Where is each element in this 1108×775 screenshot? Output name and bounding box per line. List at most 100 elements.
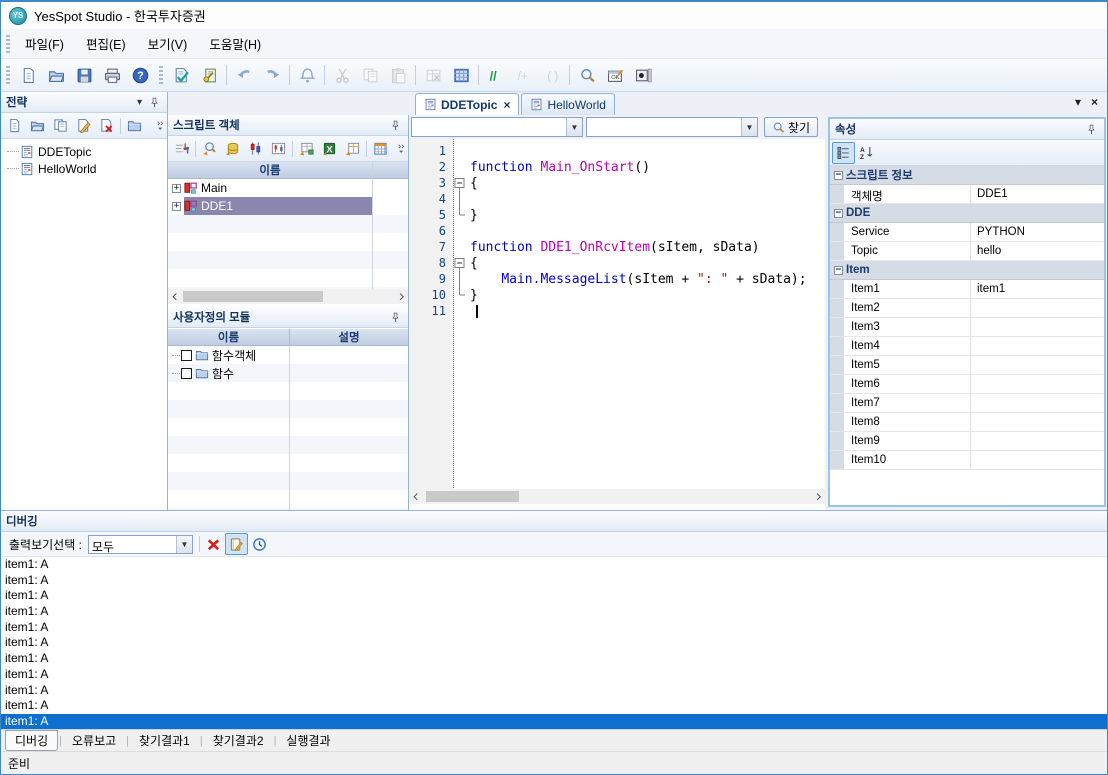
bottom-tab-찾기결과1[interactable]: 찾기결과1 (130, 731, 199, 750)
module-checkbox[interactable] (181, 368, 192, 379)
bottom-tab-찾기결과2[interactable]: 찾기결과2 (204, 731, 273, 750)
property-value[interactable] (970, 356, 1104, 374)
toolbar-grip-handle[interactable] (159, 66, 163, 84)
bell-button[interactable] (293, 62, 321, 89)
property-value[interactable] (970, 451, 1104, 469)
fold-marker-icon[interactable] (453, 207, 466, 223)
sort-arrows-button[interactable] (170, 138, 193, 160)
fold-marker-icon[interactable] (453, 175, 466, 191)
menu-grip-handle[interactable] (6, 35, 10, 53)
pin-icon[interactable] (1084, 122, 1099, 137)
debug-output-list[interactable]: item1: Aitem1: Aitem1: Aitem1: Aitem1: A… (1, 557, 1107, 729)
debug-output-row[interactable]: item1: A (1, 698, 1107, 714)
excel-button[interactable]: X (318, 138, 341, 160)
delete-red-x-button[interactable] (202, 533, 225, 555)
column-description[interactable]: 설명 (289, 329, 408, 345)
close-icon[interactable]: × (503, 98, 510, 112)
save-button[interactable] (70, 62, 98, 89)
close-icon[interactable]: × (1091, 95, 1098, 109)
find-button[interactable]: 찾기 (764, 117, 818, 137)
property-row-Item4[interactable]: Item4 (830, 337, 1104, 356)
property-row-Item8[interactable]: Item8 (830, 413, 1104, 432)
debug-output-row[interactable]: item1: A (1, 635, 1107, 651)
search-go-button[interactable] (198, 138, 221, 160)
control-button[interactable] (629, 62, 657, 89)
expand-icon[interactable]: + (172, 184, 181, 193)
collapse-icon[interactable]: − (834, 266, 843, 275)
property-value[interactable] (970, 432, 1104, 450)
collapse-icon[interactable]: − (834, 171, 843, 180)
redo-button[interactable] (258, 62, 286, 89)
output-filter-value[interactable]: 모두 (89, 536, 176, 553)
property-value[interactable] (970, 394, 1104, 412)
expand-icon[interactable]: + (172, 202, 181, 211)
new-doc-button[interactable] (3, 115, 26, 137)
comment-button[interactable]: // (482, 62, 510, 89)
tab-DDETopic[interactable]: DDETopic× (415, 93, 519, 115)
new-doc-button[interactable] (14, 62, 42, 89)
table-go-button[interactable] (341, 138, 364, 160)
property-value[interactable] (970, 375, 1104, 393)
candlestick-box-button[interactable] (267, 138, 290, 160)
property-row-Item2[interactable]: Item2 (830, 299, 1104, 318)
property-row-Item7[interactable]: Item7 (830, 394, 1104, 413)
key-list-button[interactable] (195, 62, 223, 89)
property-row-Topic[interactable]: Topichello (830, 242, 1104, 261)
debug-output-row[interactable]: item1: A (1, 620, 1107, 636)
strategy-tree-item-HelloWorld[interactable]: HelloWorld (1, 160, 167, 177)
property-row-Item3[interactable]: Item3 (830, 318, 1104, 337)
property-value[interactable]: DDE1 (970, 185, 1104, 203)
output-filter-combo[interactable]: 모두 ▼ (88, 535, 193, 554)
script-objects-hscrollbar[interactable] (168, 289, 408, 304)
toolbar-overflow-button[interactable] (153, 115, 167, 137)
edit-pencil-button[interactable] (72, 115, 95, 137)
folder-button[interactable] (123, 115, 146, 137)
menu-item-편집(E)[interactable]: 편집(E) (75, 30, 137, 57)
property-value[interactable] (970, 299, 1104, 317)
undo-button[interactable] (230, 62, 258, 89)
copy-docs-button[interactable] (49, 115, 72, 137)
find-combo-1-value[interactable] (412, 118, 566, 136)
chevron-down-icon[interactable]: ▾ (132, 95, 147, 110)
scroll-right-arrow-icon[interactable] (393, 289, 408, 304)
module-checkbox[interactable] (181, 350, 192, 361)
menu-item-파일(F)[interactable]: 파일(F) (14, 30, 75, 57)
column-name[interactable]: 이름 (168, 162, 372, 178)
property-row-Item5[interactable]: Item5 (830, 356, 1104, 375)
help-button[interactable]: ? (126, 62, 154, 89)
debug-output-row[interactable]: item1: A (1, 604, 1107, 620)
property-row-객체명[interactable]: 객체명DDE1 (830, 185, 1104, 204)
db-coins-button[interactable] (221, 138, 244, 160)
user-module-row-함수객체[interactable]: 함수객체 (168, 346, 408, 364)
debug-output-row[interactable]: item1: A (1, 651, 1107, 667)
delete-doc-button[interactable] (95, 115, 118, 137)
search-button[interactable] (573, 62, 601, 89)
clock-button[interactable] (248, 533, 271, 555)
property-value[interactable]: item1 (970, 280, 1104, 298)
property-category-Item[interactable]: −Item (830, 261, 1104, 280)
fold-marker-icon[interactable] (453, 271, 466, 287)
scroll-right-arrow-icon[interactable] (810, 489, 825, 504)
column-name[interactable]: 이름 (168, 329, 289, 345)
bottom-tab-디버깅[interactable]: 디버깅 (5, 730, 58, 751)
dialog-ok-button[interactable]: OK (601, 62, 629, 89)
script-check-button[interactable] (167, 62, 195, 89)
debug-output-row[interactable]: item1: A (1, 667, 1107, 683)
property-row-Item9[interactable]: Item9 (830, 432, 1104, 451)
pin-icon[interactable] (388, 118, 403, 133)
fold-marker-icon[interactable] (453, 191, 466, 207)
table-add-button[interactable] (295, 138, 318, 160)
candlestick-button[interactable] (244, 138, 267, 160)
property-row-Item10[interactable]: Item10 (830, 451, 1104, 470)
debug-output-row[interactable]: item1: A (1, 588, 1107, 604)
debug-output-row[interactable]: item1: A (1, 683, 1107, 699)
open-folder-button[interactable] (42, 62, 70, 89)
scroll-left-arrow-icon[interactable] (168, 289, 183, 304)
fold-marker-icon[interactable] (453, 287, 466, 303)
calendar-grid-button[interactable] (369, 138, 392, 160)
tab-HelloWorld[interactable]: HelloWorld (521, 93, 614, 115)
categorized-list-button[interactable] (832, 142, 855, 164)
toolbar-grip-handle[interactable] (6, 66, 10, 84)
code-area[interactable]: 12function Main_OnStart()3{45}67function… (409, 139, 825, 494)
grid-button[interactable] (447, 62, 475, 89)
